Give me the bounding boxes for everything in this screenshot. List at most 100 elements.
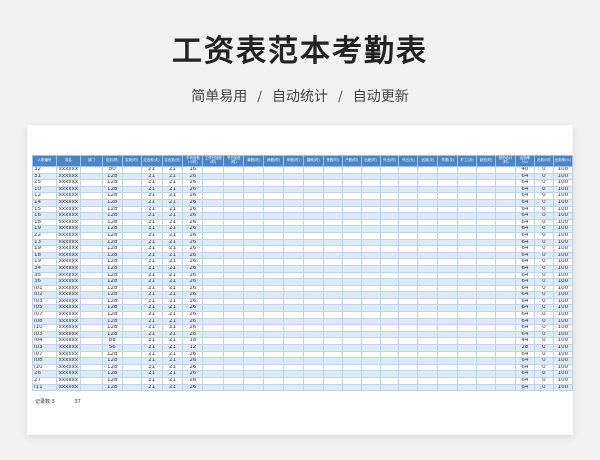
table-cell — [202, 377, 225, 385]
table-cell — [457, 245, 478, 253]
table-cell — [437, 185, 459, 194]
table-cell: 64 — [514, 330, 535, 339]
table-cell — [322, 304, 343, 313]
table-cell — [302, 297, 324, 306]
table-cell — [282, 225, 304, 233]
table-cell — [223, 251, 245, 260]
table-cell: 100 — [552, 271, 573, 280]
table-row: 19 xxxxxx 128 21 21 26 64 0 100 — [32, 245, 573, 253]
table-cell: 100 — [552, 304, 573, 313]
table-cell: 21 — [140, 166, 163, 174]
table-cell — [398, 324, 419, 332]
table-cell: 26 — [182, 185, 204, 194]
table-cell: 16 — [182, 166, 204, 174]
table-cell: 0 — [533, 212, 554, 220]
table-cell: 100 — [552, 258, 573, 266]
table-cell: 21 — [140, 264, 163, 273]
table-cell: 128 — [101, 317, 123, 326]
table-cell: 128 — [101, 205, 123, 214]
table-row: 10 xxxxxx 128 21 21 26 64 0 100 — [32, 185, 573, 194]
table-cell: 0 — [533, 218, 554, 227]
table-cell — [341, 258, 362, 266]
table-cell — [437, 304, 459, 313]
table-cell: 21 — [161, 245, 184, 253]
table-cell — [495, 258, 516, 266]
table-cell — [398, 330, 419, 339]
table-cell — [282, 251, 304, 260]
table-cell — [322, 238, 343, 247]
table-cell — [417, 166, 439, 174]
table-cell — [121, 291, 142, 299]
table-cell — [417, 337, 439, 346]
table-cell — [457, 278, 478, 286]
table-row: I03 xxxxxx 128 21 21 26 64 0 100 — [32, 330, 573, 339]
table-cell — [476, 192, 497, 200]
table-cell — [243, 311, 265, 319]
table-cell — [322, 264, 343, 273]
table-cell: 128 — [101, 251, 123, 260]
table-cell — [79, 185, 103, 194]
table-cell: 26 — [182, 324, 204, 332]
table-cell: I01 — [32, 284, 57, 293]
table-cell — [341, 357, 362, 365]
table-cell — [437, 198, 459, 207]
table-cell: I05 — [32, 304, 57, 313]
table-cell — [282, 271, 304, 280]
table-cell — [476, 278, 497, 286]
table-cell: 128 — [101, 179, 123, 187]
table-cell — [202, 344, 225, 352]
column-header: 部门 — [79, 155, 103, 167]
table-row: I11 xxxxxx 128 21 21 26 64 0 100 — [32, 383, 573, 392]
table-cell — [476, 212, 497, 220]
table-cell — [398, 192, 419, 200]
table-cell — [341, 324, 362, 332]
table-cell — [223, 172, 245, 181]
table-cell — [341, 284, 362, 293]
table-cell — [437, 383, 459, 392]
table-cell — [417, 172, 439, 181]
table-cell — [341, 297, 362, 306]
table-cell: 128 — [101, 271, 123, 280]
table-cell — [360, 317, 381, 326]
table-cell — [243, 212, 265, 220]
table-cell: 21 — [140, 179, 163, 187]
table-cell — [457, 291, 478, 299]
table-cell — [398, 258, 419, 266]
table-cell — [302, 231, 324, 240]
table-cell — [79, 383, 103, 392]
table-cell — [202, 205, 225, 214]
table-cell — [202, 245, 225, 253]
table-cell: 0 — [533, 198, 554, 207]
table-cell — [302, 245, 324, 253]
table-cell — [360, 238, 381, 247]
table-cell: 18 — [32, 251, 57, 260]
table-cell: I11 — [32, 383, 57, 392]
table-cell: 128 — [101, 297, 123, 306]
table-cell — [322, 311, 343, 319]
table-cell: 100 — [552, 350, 573, 359]
table-cell: 0 — [533, 179, 554, 187]
table-cell — [398, 185, 419, 194]
table-cell — [417, 304, 439, 313]
table-cell — [417, 218, 439, 227]
table-row: 13 xxxxxx 128 21 21 26 64 0 100 — [32, 238, 573, 247]
table-cell — [417, 350, 439, 359]
table-cell — [437, 297, 459, 306]
table-cell — [282, 344, 304, 352]
table-cell — [457, 350, 478, 359]
table-cell: 0 — [533, 291, 554, 299]
table-cell — [379, 192, 400, 200]
table-cell — [121, 278, 142, 286]
table-cell — [457, 284, 478, 293]
table-row: 19 xxxxxx 128 21 21 26 64 0 100 — [32, 258, 573, 266]
table-cell: 0 — [533, 383, 554, 392]
table-cell: 21 — [161, 377, 184, 385]
table-cell — [121, 212, 142, 220]
table-cell — [476, 205, 497, 214]
table-cell — [476, 231, 497, 240]
table-cell — [79, 225, 103, 233]
table-cell — [417, 205, 439, 214]
table-cell: 100 — [552, 344, 573, 352]
column-header: 实到(时) — [121, 155, 142, 167]
table-cell — [417, 271, 439, 280]
